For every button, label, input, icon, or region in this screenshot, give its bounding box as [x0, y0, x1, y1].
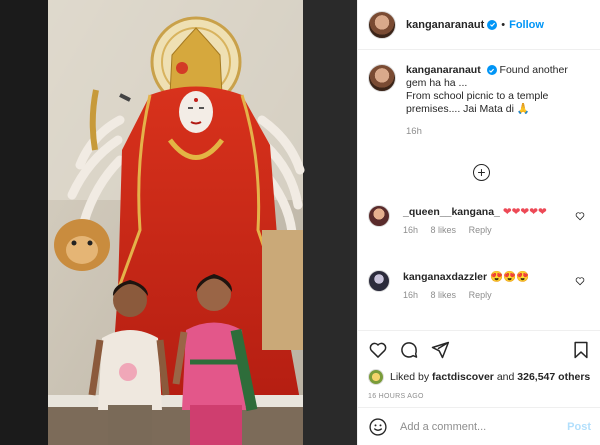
post-timestamp[interactable]: 16 HOURS AGO	[368, 393, 591, 400]
commenter-username[interactable]: _queen__kangana_	[403, 206, 500, 218]
comment-time[interactable]: 16h	[403, 290, 418, 300]
liker-username[interactable]: factdiscover	[432, 371, 494, 383]
bookmark-icon[interactable]	[571, 340, 591, 360]
post-header: kanganaranaut • Follow	[358, 0, 600, 50]
verified-badge-icon	[486, 65, 497, 76]
heart-icon[interactable]	[368, 340, 388, 360]
caption-time[interactable]: 16h	[406, 125, 590, 138]
comment-item: _queen__kangana_ ❤❤❤❤❤ 16h 8 likes Reply	[368, 205, 593, 237]
commenter-avatar[interactable]	[368, 205, 390, 227]
reply-button[interactable]: Reply	[469, 225, 492, 235]
liker-avatar[interactable]	[368, 369, 384, 385]
caption-text-line2: From school picnic to a temple premises.…	[406, 90, 549, 115]
temple-photo-illustration	[0, 0, 357, 445]
heart-icon[interactable]	[575, 211, 585, 221]
post-button[interactable]: Post	[567, 421, 591, 433]
add-comment-bar: Post	[358, 407, 600, 445]
comment-time[interactable]: 16h	[403, 225, 418, 235]
likes-middle: and	[496, 371, 515, 383]
comment-text: ❤❤❤❤❤	[502, 206, 547, 218]
comment-text: 😍😍😍	[489, 271, 530, 283]
author-avatar[interactable]	[368, 10, 396, 39]
verified-badge-icon	[487, 19, 498, 30]
author-username[interactable]: kanganaranaut	[406, 19, 484, 31]
header-separator: •	[501, 18, 506, 31]
reply-button[interactable]: Reply	[469, 290, 492, 300]
commenter-avatar[interactable]	[368, 270, 390, 292]
post-caption: kanganaranaut Found another gem ha ha ..…	[358, 50, 600, 138]
follow-button[interactable]: Follow	[509, 19, 544, 31]
post-actions: Liked by factdiscover and 326,547 others…	[358, 330, 600, 400]
post-sidebar: kanganaranaut • Follow kanganaranaut Fou…	[357, 0, 600, 445]
caption-username[interactable]: kanganaranaut	[406, 64, 481, 76]
comment-input[interactable]	[400, 420, 550, 433]
likes-count[interactable]: 326,547 others	[517, 371, 590, 383]
likes-summary: Liked by factdiscover and 326,547 others	[368, 369, 591, 385]
emoji-icon[interactable]	[368, 417, 388, 437]
post-photo[interactable]	[0, 0, 357, 445]
caption-avatar[interactable]	[368, 64, 396, 92]
comment-item: kanganaxdazzler 😍😍😍 16h 8 likes Reply	[368, 270, 593, 302]
load-more-comments-button[interactable]: +	[473, 164, 490, 181]
likes-prefix: Liked by	[390, 371, 430, 383]
comment-likes[interactable]: 8 likes	[431, 290, 457, 300]
commenter-username[interactable]: kanganaxdazzler	[403, 271, 487, 283]
plus-circle-icon: +	[477, 164, 486, 180]
comment-likes[interactable]: 8 likes	[431, 225, 457, 235]
comment-icon[interactable]	[399, 340, 419, 360]
share-icon[interactable]	[430, 340, 450, 360]
heart-icon[interactable]	[575, 276, 585, 286]
